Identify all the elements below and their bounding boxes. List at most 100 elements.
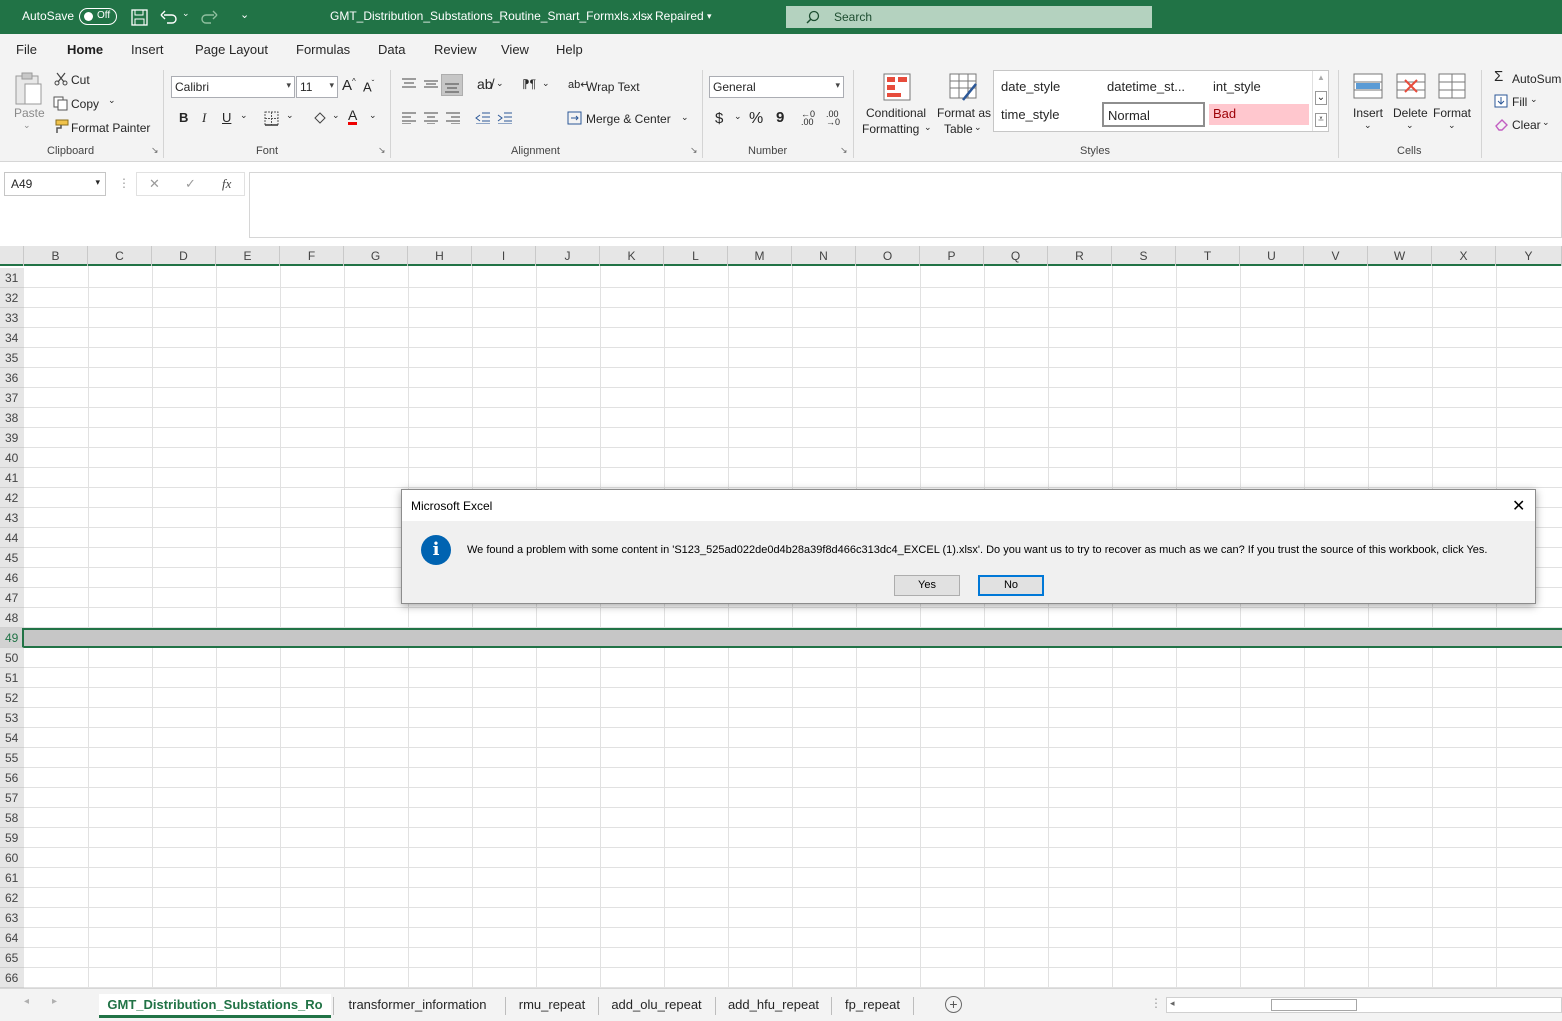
grid-row[interactable] [24, 888, 1562, 908]
cancel-formula-icon[interactable]: ✕ [149, 176, 160, 192]
grid-row[interactable] [24, 728, 1562, 748]
grid-row[interactable] [24, 788, 1562, 808]
grid-row[interactable] [24, 708, 1562, 728]
grid-row[interactable] [24, 308, 1562, 328]
column-header[interactable]: H [408, 246, 472, 266]
row-header[interactable]: 34 [0, 328, 24, 348]
insert-cells-button[interactable]: Insert [1353, 106, 1383, 120]
increase-font-icon[interactable]: A^ [342, 77, 356, 94]
customize-toolbar-icon[interactable]: ⌄ [240, 8, 249, 21]
scrollbar-thumb[interactable] [1271, 999, 1357, 1011]
column-header[interactable]: E [216, 246, 280, 266]
column-header[interactable]: T [1176, 246, 1240, 266]
search-box[interactable]: Search [786, 6, 1152, 28]
grid-row[interactable] [24, 768, 1562, 788]
bold-button[interactable]: B [179, 110, 188, 125]
save-icon[interactable] [131, 9, 148, 26]
paste-dropdown-icon[interactable]: ⌄ [23, 120, 31, 131]
conditional-formatting-label-1[interactable]: Conditional [866, 106, 926, 120]
column-header[interactable]: F [280, 246, 344, 266]
row-header[interactable]: 63 [0, 908, 24, 928]
grid-row[interactable] [24, 648, 1562, 668]
enter-formula-icon[interactable]: ✓ [185, 176, 196, 192]
percent-button[interactable]: % [749, 110, 763, 128]
row-header[interactable]: 31 [0, 268, 24, 288]
clear-dropdown-icon[interactable]: ⌄ [1542, 117, 1550, 128]
column-header[interactable]: K [600, 246, 664, 266]
row-header[interactable]: 36 [0, 368, 24, 388]
yes-button[interactable]: Yes [894, 575, 960, 596]
delete-cells-button[interactable]: Delete [1393, 106, 1428, 120]
formula-bar-grip-icon[interactable]: ⋮ [118, 176, 130, 190]
align-middle-icon[interactable] [423, 78, 439, 90]
grid-row[interactable] [24, 408, 1562, 428]
fill-button[interactable]: Fill [1512, 95, 1527, 109]
merge-center-button[interactable]: Merge & Center [586, 112, 671, 126]
italic-button[interactable]: I [202, 110, 206, 126]
underline-dropdown-icon[interactable]: ⌄ [240, 110, 248, 121]
row-header[interactable]: 44 [0, 528, 24, 548]
row-header[interactable]: 42 [0, 488, 24, 508]
grid-row[interactable] [24, 388, 1562, 408]
no-button[interactable]: No [978, 575, 1044, 596]
sheet-tab-add-olu[interactable]: add_olu_repeat [600, 994, 713, 1018]
style-date-style[interactable]: date_style [1001, 79, 1060, 94]
row-header[interactable]: 66 [0, 968, 24, 988]
name-box-dropdown-icon[interactable]: ▾ [95, 177, 100, 188]
align-right-icon[interactable] [445, 112, 461, 124]
column-header[interactable]: L [664, 246, 728, 266]
row-header[interactable]: 58 [0, 808, 24, 828]
font-color-dropdown-icon[interactable]: ⌄ [369, 110, 377, 121]
grid-row[interactable] [24, 328, 1562, 348]
borders-dropdown-icon[interactable]: ⌄ [286, 110, 294, 121]
row-header[interactable]: 62 [0, 888, 24, 908]
row-header[interactable]: 37 [0, 388, 24, 408]
style-normal[interactable]: Normal [1102, 102, 1205, 127]
borders-icon[interactable] [264, 111, 279, 126]
grid-row[interactable] [24, 808, 1562, 828]
grid-row[interactable] [24, 468, 1562, 488]
dialog-close-icon[interactable]: ✕ [1512, 496, 1525, 516]
row-header[interactable]: 33 [0, 308, 24, 328]
style-time-style[interactable]: time_style [1001, 107, 1060, 122]
row-header[interactable]: 52 [0, 688, 24, 708]
row-header[interactable]: 59 [0, 828, 24, 848]
tab-split-grip-icon[interactable]: ⋮ [1150, 996, 1162, 1010]
status-dropdown-icon[interactable]: ▾ [707, 11, 712, 22]
decrease-font-icon[interactable]: Aˇ [363, 79, 374, 94]
cut-button[interactable]: Cut [71, 73, 90, 87]
align-top-icon[interactable] [401, 78, 417, 90]
orientation-icon[interactable]: ab̸ [477, 76, 493, 92]
column-header[interactable]: I [472, 246, 536, 266]
tab-view[interactable]: View [501, 42, 529, 57]
column-header[interactable]: V [1304, 246, 1368, 266]
row-header[interactable]: 41 [0, 468, 24, 488]
style-datetime-style[interactable]: datetime_st... [1107, 79, 1185, 94]
decrease-indent-icon[interactable] [475, 112, 491, 124]
row-header[interactable]: 53 [0, 708, 24, 728]
paste-icon[interactable] [13, 72, 43, 106]
insert-cells-dropdown-icon[interactable]: ⌄ [1364, 120, 1372, 131]
row-header[interactable]: 49 [0, 628, 24, 648]
row-header[interactable]: 57 [0, 788, 24, 808]
column-header[interactable]: G [344, 246, 408, 266]
row-header[interactable]: 51 [0, 668, 24, 688]
tab-data[interactable]: Data [378, 42, 405, 57]
grid-row[interactable] [24, 668, 1562, 688]
conditional-formatting-dropdown-icon[interactable]: ⌄ [924, 122, 932, 133]
currency-button[interactable]: $ [715, 110, 723, 127]
sheet-tab-add-hfu[interactable]: add_hfu_repeat [717, 994, 830, 1018]
format-cells-button[interactable]: Format [1433, 106, 1471, 120]
grid-row[interactable] [24, 968, 1562, 988]
grid-row[interactable] [24, 428, 1562, 448]
grid-row[interactable] [24, 928, 1562, 948]
sheet-tab-fp[interactable]: fp_repeat [833, 994, 912, 1018]
font-color-icon[interactable]: A [348, 108, 358, 125]
align-bottom-button[interactable] [441, 74, 463, 96]
column-header[interactable]: Q [984, 246, 1048, 266]
column-header[interactable]: D [152, 246, 216, 266]
column-header[interactable]: Y [1496, 246, 1562, 266]
column-header[interactable]: N [792, 246, 856, 266]
row-header[interactable]: 50 [0, 648, 24, 668]
styles-gallery-scroll[interactable]: ▲ ⌄ ⩡ [1312, 71, 1329, 131]
